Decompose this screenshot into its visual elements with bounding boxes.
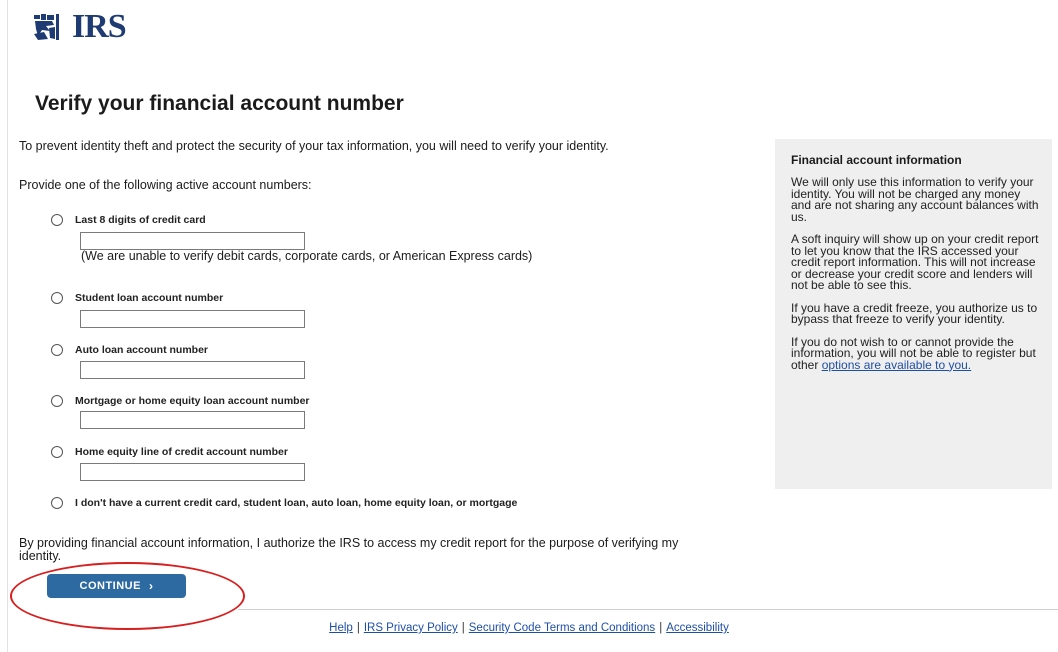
sidebar-title: Financial account information — [791, 153, 962, 167]
radio-credit-card[interactable] — [51, 214, 63, 226]
radio-mortgage[interactable] — [51, 395, 63, 407]
sidebar-paragraph-credit-freeze: If you have a credit freeze, you authori… — [791, 300, 1038, 326]
provide-instruction: Provide one of the following active acco… — [19, 178, 312, 192]
footer-separator: | — [356, 622, 360, 634]
credit-card-input[interactable] — [80, 232, 305, 250]
sidebar-paragraph-soft-inquiry: A soft inquiry will show up on your cred… — [791, 232, 1039, 292]
irs-eagle-icon — [32, 12, 70, 42]
footer-separator: | — [659, 622, 663, 634]
option-label-none: I don't have a current credit card, stud… — [75, 497, 518, 509]
option-student-loan[interactable]: Student loan account number — [51, 292, 223, 304]
footer-link-security-terms[interactable]: Security Code Terms and Conditions — [469, 622, 655, 634]
option-none[interactable]: I don't have a current credit card, stud… — [51, 497, 517, 509]
option-mortgage[interactable]: Mortgage or home equity loan account num… — [51, 395, 310, 407]
footer-link-accessibility[interactable]: Accessibility — [666, 622, 729, 634]
option-label-auto-loan: Auto loan account number — [75, 344, 209, 356]
chevron-right-icon: › — [148, 579, 154, 593]
footer-separator: | — [461, 622, 465, 634]
irs-wordmark: IRS — [72, 8, 127, 45]
option-home-equity-line[interactable]: Home equity line of credit account numbe… — [51, 446, 288, 458]
option-label-student-loan: Student loan account number — [75, 292, 224, 304]
student-loan-input[interactable] — [80, 310, 305, 328]
footer-link-help[interactable]: Help — [329, 622, 353, 634]
intro-text: To prevent identity theft and protect th… — [19, 139, 609, 153]
radio-auto-loan[interactable] — [51, 344, 63, 356]
option-label-mortgage: Mortgage or home equity loan account num… — [75, 395, 310, 407]
irs-logo[interactable]: IRS — [32, 8, 127, 45]
page-title: Verify your financial account number — [35, 92, 404, 115]
mortgage-input[interactable] — [80, 411, 305, 429]
left-border — [7, 0, 8, 652]
financial-info-sidebar: Financial account information We will on… — [775, 139, 1052, 489]
options-available-link[interactable]: options are available to you. — [822, 358, 971, 372]
option-credit-card[interactable]: Last 8 digits of credit card — [51, 214, 206, 226]
continue-button[interactable]: CONTINUE › — [47, 574, 186, 598]
authorization-text: By providing financial account informati… — [19, 536, 679, 563]
option-auto-loan[interactable]: Auto loan account number — [51, 344, 208, 356]
option-label-home-equity-line: Home equity line of credit account numbe… — [75, 446, 288, 458]
option-label-credit-card: Last 8 digits of credit card — [75, 214, 206, 226]
radio-none[interactable] — [51, 497, 63, 509]
auto-loan-input[interactable] — [80, 361, 305, 379]
radio-student-loan[interactable] — [51, 292, 63, 304]
sidebar-paragraph-options: If you do not wish to or cannot provide … — [791, 336, 1041, 372]
footer-link-privacy[interactable]: IRS Privacy Policy — [364, 622, 458, 634]
home-equity-line-input[interactable] — [80, 463, 305, 481]
credit-card-note: (We are unable to verify debit cards, co… — [81, 249, 533, 263]
continue-label: CONTINUE — [79, 580, 141, 592]
radio-home-equity-line[interactable] — [51, 446, 63, 458]
footer-divider — [238, 609, 1058, 610]
sidebar-paragraph-usage: We will only use this information to ver… — [791, 175, 1039, 224]
footer: Help | IRS Privacy Policy | Security Code Te… — [0, 622, 1058, 634]
